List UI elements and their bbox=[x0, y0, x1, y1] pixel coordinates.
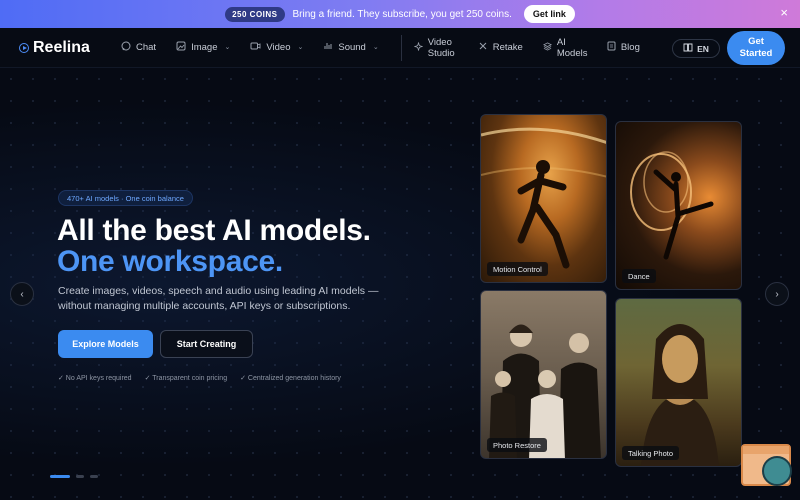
carousel-dot[interactable] bbox=[90, 475, 98, 478]
carousel-dot-active[interactable] bbox=[50, 475, 70, 478]
chevron-down-icon: ⌄ bbox=[224, 44, 231, 51]
nav-label: Video bbox=[266, 42, 291, 53]
dancer-image bbox=[630, 151, 714, 260]
logo-text: Reelina bbox=[33, 38, 90, 56]
widget-titlebar bbox=[743, 446, 789, 454]
hero-title: All the best AI models. bbox=[57, 214, 371, 247]
nav-label: AI Models bbox=[556, 36, 588, 59]
get-link-button[interactable]: Get link bbox=[523, 5, 575, 23]
sound-icon bbox=[323, 41, 333, 54]
card-photo-restore[interactable]: Photo Restore bbox=[480, 290, 607, 459]
hero-subtitle: Create images, videos, speech and audio … bbox=[58, 285, 379, 312]
carousel-dots bbox=[50, 475, 98, 478]
nav-label: Sound bbox=[338, 42, 366, 53]
card-dance[interactable]: Dance bbox=[615, 121, 742, 290]
language-code: EN bbox=[697, 43, 709, 54]
nav-item-retake[interactable]: Retake bbox=[478, 41, 523, 54]
feature-item: ✓ No API keys required bbox=[58, 375, 132, 382]
feature-item: ✓ Centralized generation history bbox=[240, 375, 341, 382]
nav-item-image[interactable]: Image ⌄ bbox=[176, 41, 230, 54]
card-label: Dance bbox=[622, 269, 656, 283]
feature-item: ✓ Transparent coin pricing bbox=[144, 375, 228, 382]
portrait-painting-image bbox=[641, 324, 719, 466]
nav-label: Video Studio bbox=[427, 36, 455, 59]
close-icon[interactable]: × bbox=[780, 6, 788, 20]
carousel-dot[interactable] bbox=[76, 475, 84, 478]
get-started-button[interactable]: Get Started bbox=[727, 31, 785, 65]
play-logo-icon bbox=[19, 42, 29, 53]
hero-section: 470+ AI models · One coin balance All th… bbox=[0, 68, 800, 500]
card-label: Talking Photo bbox=[622, 446, 680, 460]
video-icon bbox=[250, 41, 261, 54]
feature-list: ✓ No API keys required ✓ Transparent coi… bbox=[58, 374, 341, 382]
carousel-prev-button[interactable]: ‹ bbox=[10, 282, 34, 306]
hero-title-highlight: One workspace. bbox=[57, 245, 283, 278]
card-talking-photo[interactable]: Talking Photo bbox=[615, 298, 742, 467]
running-figure-image bbox=[481, 127, 606, 269]
family-portrait-image bbox=[489, 324, 601, 458]
nav-item-video[interactable]: Video ⌄ bbox=[250, 41, 303, 54]
nav-item-chat[interactable]: Chat bbox=[121, 41, 156, 54]
nav-item-video-studio[interactable]: Video Studio bbox=[413, 36, 460, 59]
card-motion-control[interactable]: Motion Control bbox=[480, 114, 607, 283]
card-label: Motion Control bbox=[487, 262, 548, 276]
language-selector[interactable]: EN bbox=[672, 39, 720, 58]
nav-label: Chat bbox=[136, 42, 157, 53]
promo-text: Bring a friend. They subscribe, you get … bbox=[292, 8, 512, 20]
nav-item-ai-models[interactable]: AI Models bbox=[542, 36, 589, 59]
explore-models-button[interactable]: Explore Models bbox=[58, 330, 153, 358]
promo-banner: 250 COINS Bring a friend. They subscribe… bbox=[0, 0, 800, 28]
retake-icon bbox=[478, 41, 488, 54]
nav-label: Blog bbox=[620, 42, 640, 53]
models-icon bbox=[542, 41, 552, 54]
carousel-next-button[interactable]: › bbox=[765, 282, 789, 306]
chevron-down-icon: ⌄ bbox=[372, 44, 379, 51]
chat-icon bbox=[121, 41, 131, 54]
coins-badge: 250 COINS bbox=[225, 6, 285, 22]
chat-bubble-icon[interactable] bbox=[762, 456, 792, 486]
blog-icon bbox=[607, 41, 616, 54]
logo[interactable]: Reelina bbox=[19, 39, 111, 57]
top-navigation: Reelina Chat Image ⌄ Video ⌄ Sound ⌄ Vid… bbox=[0, 28, 800, 68]
start-creating-button[interactable]: Start Creating bbox=[160, 330, 253, 358]
book-icon bbox=[683, 43, 693, 54]
image-icon bbox=[176, 41, 186, 54]
card-label: Photo Restore bbox=[487, 438, 547, 452]
nav-item-blog[interactable]: Blog bbox=[607, 41, 640, 54]
nav-divider bbox=[400, 34, 402, 61]
nav-item-sound[interactable]: Sound ⌄ bbox=[323, 41, 379, 54]
chevron-down-icon: ⌄ bbox=[297, 44, 304, 51]
studio-icon bbox=[413, 41, 424, 54]
nav-label: Image bbox=[191, 42, 218, 53]
models-tag: 470+ AI models · One coin balance bbox=[58, 190, 193, 206]
nav-label: Retake bbox=[492, 42, 523, 53]
